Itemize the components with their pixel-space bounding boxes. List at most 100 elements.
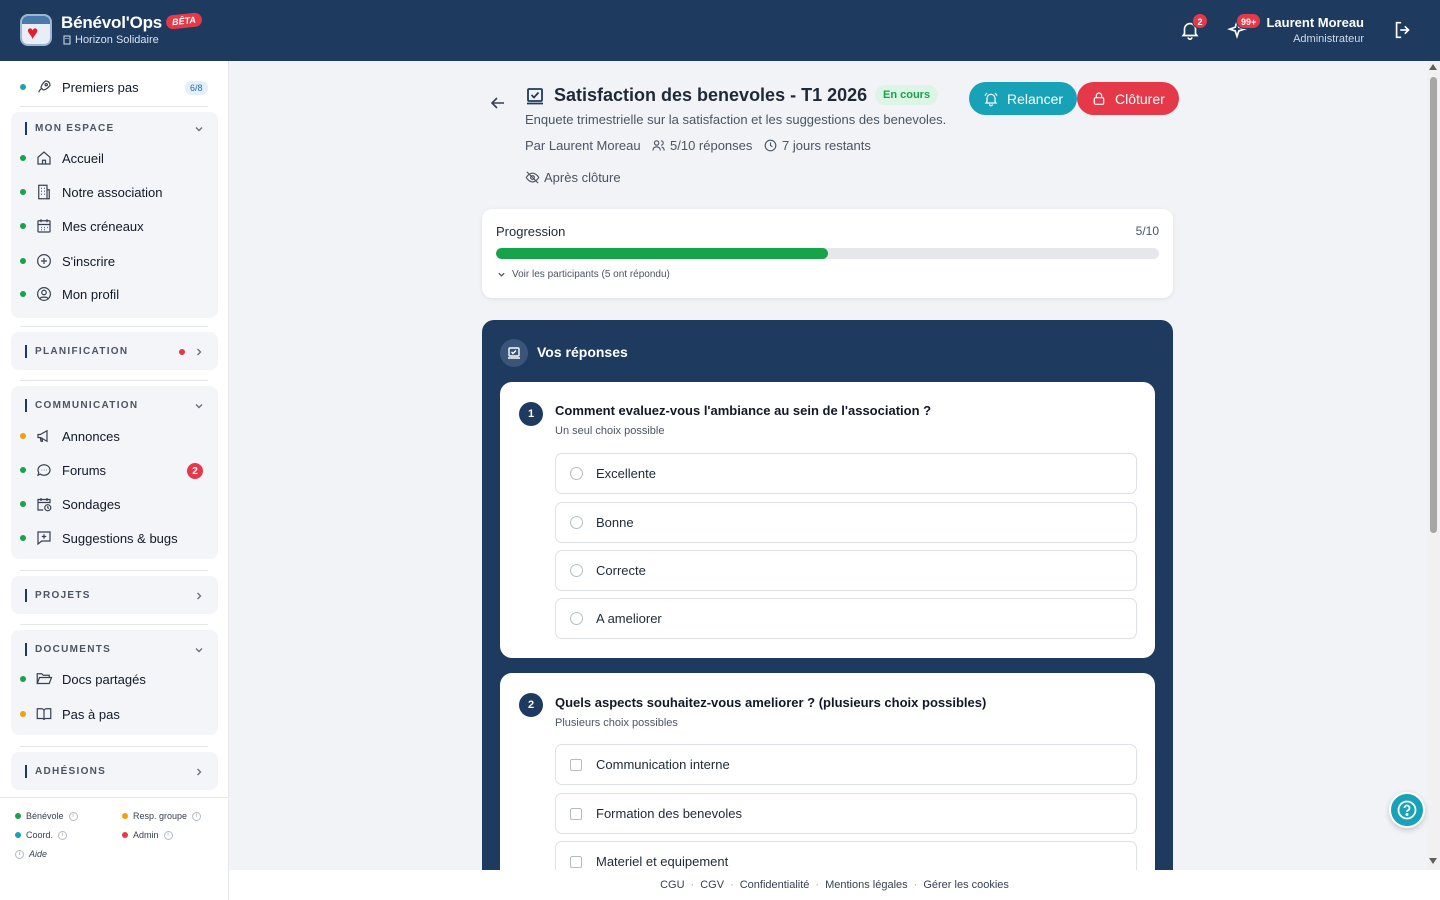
group-title-adhesions[interactable]: ADHÉSIONS [25,765,106,778]
answers-title: Vos réponses [537,344,628,360]
building-icon [38,184,50,200]
survey-author: Par Laurent Moreau [525,138,641,153]
footer-link-legal[interactable]: Mentions légales [825,879,908,891]
chevron-right-icon[interactable] [194,347,204,357]
radio-option[interactable]: Bonne [555,502,1137,543]
answers-panel: Vos réponses 1 Comment evaluez-vous l'am… [482,320,1173,880]
status-dot [20,676,26,682]
group-title-communication[interactable]: COMMUNICATION [25,399,138,412]
app-logo[interactable]: ♥ [20,14,52,46]
sidebar-item-accueil[interactable]: Accueil [20,147,104,169]
results-visibility: Après clôture [525,170,621,185]
checkbox-option[interactable]: Formation des benevoles [555,793,1137,834]
sidebar-item-annonces[interactable]: Annonces [20,425,120,447]
status-dot [20,535,26,541]
sidebar-item-docs-partages[interactable]: Docs partagés [20,668,146,690]
lock-icon [1093,91,1105,105]
group-title-projets[interactable]: PROJETS [25,589,91,602]
info-icon[interactable]: i [68,811,78,821]
chevron-down-icon[interactable] [194,401,204,411]
legend-help[interactable]: i Aide [15,849,47,859]
back-arrow-icon[interactable] [490,95,506,111]
bell-ring-icon [984,92,998,106]
status-dot [20,467,26,473]
question-text: Quels aspects souhaitez-vous ameliorer ?… [555,695,987,710]
scroll-up-arrow[interactable] [1429,64,1437,70]
sidebar-item-mon-profil[interactable]: Mon profil [20,283,119,305]
close-survey-button[interactable]: Clôturer [1077,82,1179,115]
activity-count-badge: 99+ [1236,13,1262,29]
status-dot [20,291,26,297]
scrollbar-thumb[interactable] [1430,77,1437,533]
footer-link-cgv[interactable]: CGV [700,879,724,891]
sidebar-item-suggestions[interactable]: Suggestions & bugs [20,527,178,549]
legend-resp-groupe: Resp. groupe i [122,811,202,821]
users-icon [652,140,665,151]
radio-option[interactable]: A ameliorer [555,598,1137,639]
sidebar-item-mes-creneaux[interactable]: Mes créneaux [20,215,144,237]
calendar-clock-icon [37,498,52,512]
page-scrollbar[interactable] [1427,61,1440,870]
info-icon[interactable]: i [192,811,202,821]
scroll-down-arrow[interactable] [1429,858,1437,864]
radio-option[interactable]: Excellente [555,453,1137,494]
megaphone-icon [37,429,48,443]
help-button[interactable] [1389,792,1425,828]
user-circle-icon [37,287,51,301]
chevron-right-icon[interactable] [194,767,204,777]
divider [20,326,208,327]
group-planification[interactable]: PLANIFICATION [11,332,218,370]
status-dot [20,711,26,717]
group-projets[interactable]: PROJETS [11,576,218,614]
info-icon[interactable]: i [58,830,68,840]
relaunch-button[interactable]: Relancer [969,82,1078,115]
sidebar-item-sinscrire[interactable]: S'inscrire [20,250,115,272]
calendar-icon [37,219,51,233]
sidebar-item-pas-a-pas[interactable]: Pas à pas [20,703,120,725]
page-title: Satisfaction des benevoles - T1 2026 [554,85,868,105]
group-title-documents[interactable]: DOCUMENTS [25,643,111,656]
sidebar-item-notre-association[interactable]: Notre association [20,181,162,203]
footer-link-privacy[interactable]: Confidentialité [740,879,810,891]
group-title-planification[interactable]: PLANIFICATION [25,345,128,358]
sidebar-item-forums[interactable]: Forums [20,459,106,481]
participants-toggle[interactable]: Voir les participants (5 ont répondu) [497,269,670,280]
divider [20,106,208,107]
app-name: Bénévol'Ops [61,13,163,32]
group-adhesions[interactable]: ADHÉSIONS [11,752,218,790]
question-hint: Un seul choix possible [555,425,665,437]
folder-open-icon [36,673,53,685]
info-icon[interactable]: i [163,830,173,840]
question-circle-icon [1397,800,1417,820]
user-name[interactable]: Laurent Moreau [1266,15,1364,30]
message-plus-icon [37,531,51,546]
progress-bar-fill [496,248,828,259]
checkbox-option[interactable]: Communication interne [555,744,1137,785]
radio-circle[interactable] [570,612,583,625]
status-dot [20,189,26,195]
radio-option[interactable]: Correcte [555,550,1137,591]
sidebar-item-premiers-pas[interactable]: Premiers pas [20,76,139,98]
logout-icon[interactable] [1392,19,1414,41]
footer-link-cgu[interactable]: CGU [660,879,684,891]
radio-circle[interactable] [570,564,583,577]
radio-circle[interactable] [570,516,583,529]
footer-link-cookies[interactable]: Gérer les cookies [923,879,1009,891]
radio-circle[interactable] [570,467,583,480]
status-dot [20,155,26,161]
chevron-down-icon[interactable] [194,124,204,134]
forums-unread-badge: 2 [186,462,204,480]
answers-icon [500,339,528,367]
home-icon [37,151,51,165]
group-title-mon-espace[interactable]: MON ESPACE [25,122,115,135]
chevron-right-icon[interactable] [194,591,204,601]
status-dot [20,258,26,264]
org-name: Horizon Solidaire [62,34,159,46]
divider [20,624,208,625]
checkbox[interactable] [570,807,582,820]
chevron-down-icon[interactable] [194,645,204,655]
checkbox[interactable] [570,855,582,868]
sidebar-item-sondages[interactable]: Sondages [20,493,121,515]
checkbox[interactable] [570,758,582,771]
progress-bar [496,248,1159,259]
